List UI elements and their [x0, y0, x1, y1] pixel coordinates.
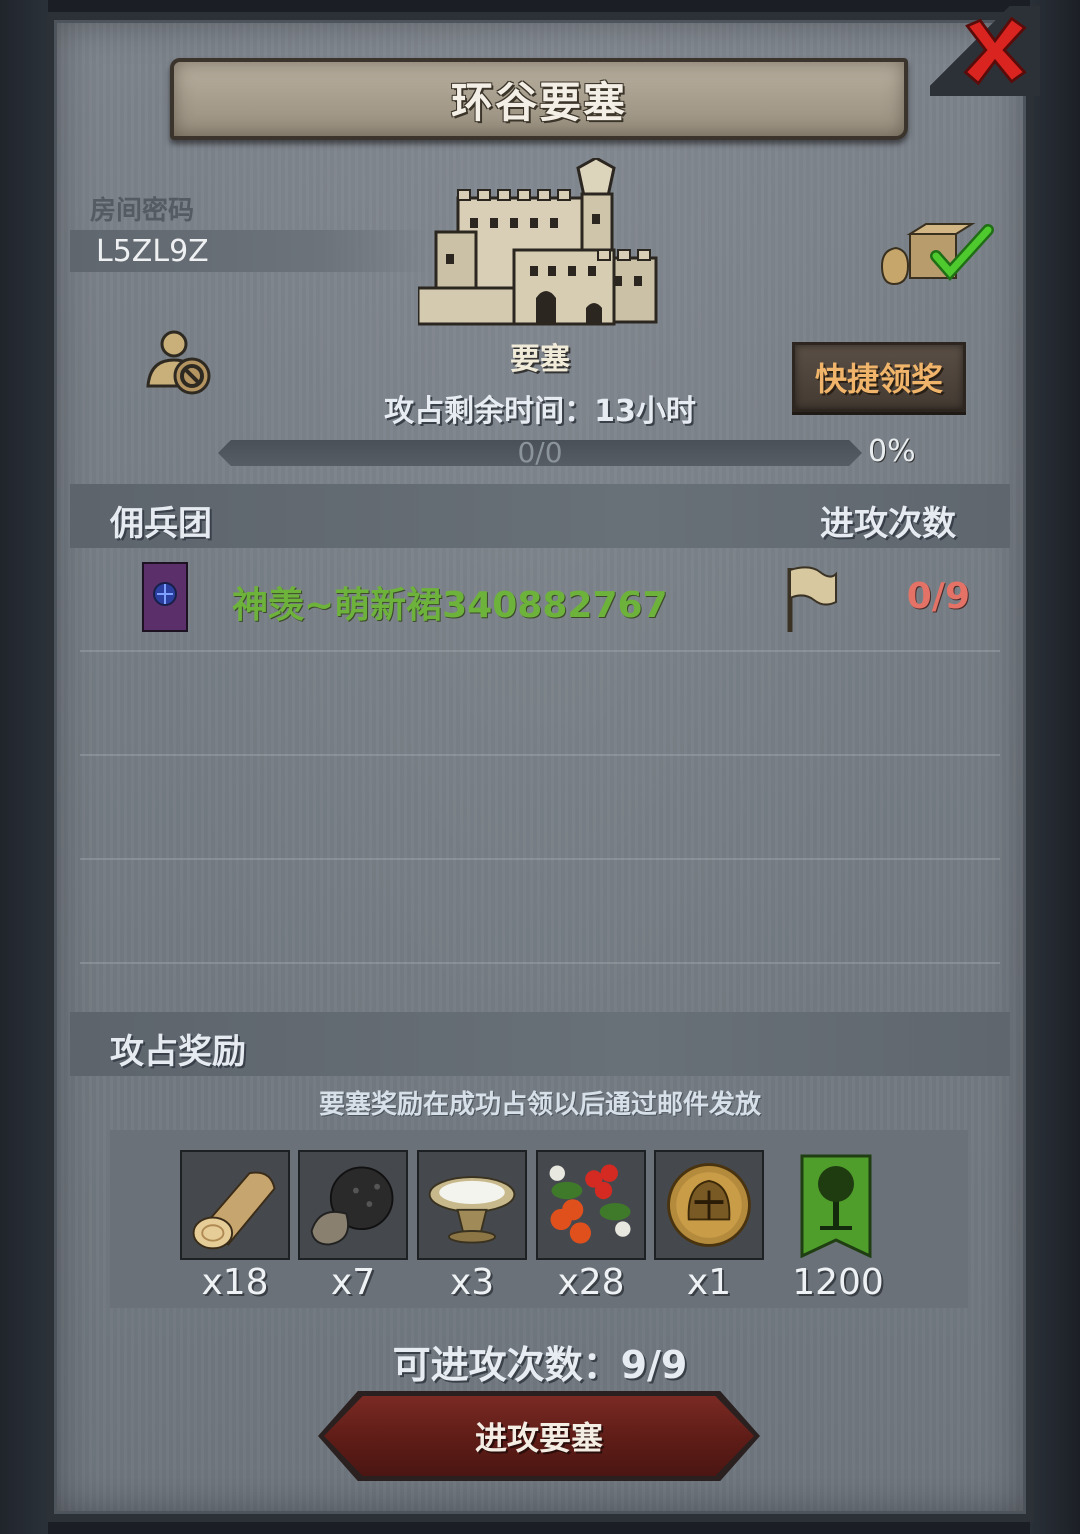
room-password-value: L5ZL9Z	[96, 234, 209, 269]
reward-item-banner[interactable]	[800, 1154, 872, 1259]
quick-claim-button[interactable]: 快捷领奖	[792, 342, 966, 412]
close-button[interactable]	[955, 10, 1035, 90]
reward-qty-milk: x3	[449, 1262, 495, 1303]
mercenary-name[interactable]: 神羡~萌新裙340882767	[232, 576, 668, 628]
reward-section-title: 攻占奖励	[110, 1032, 246, 1072]
quick-claim-label: 快捷领奖	[814, 360, 943, 398]
row-divider	[80, 754, 1000, 756]
title-banner: 环谷要塞	[170, 58, 908, 140]
reward-item-berries[interactable]	[536, 1150, 646, 1260]
claimed-rewards-icon	[880, 223, 994, 286]
fortress-label: 要塞	[510, 342, 570, 377]
reward-qty-wood: x18	[201, 1262, 269, 1303]
attack-count-header: 进攻次数	[820, 504, 956, 544]
reward-qty-berries: x28	[557, 1262, 625, 1303]
background-right-strip	[1030, 0, 1080, 1534]
attack-fortress-button[interactable]: 进攻要塞	[324, 1396, 754, 1476]
reward-item-helmet[interactable]	[654, 1150, 764, 1260]
reward-qty-truffle: x7	[330, 1262, 376, 1303]
reward-qty-helmet: x1	[686, 1262, 732, 1303]
wood-log-icon	[182, 1152, 288, 1258]
green-tree-banner-icon	[800, 1154, 872, 1259]
close-icon	[963, 16, 1027, 86]
reward-item-truffle[interactable]	[298, 1150, 408, 1260]
attack-fortress-label: 进攻要塞	[474, 1419, 603, 1457]
row-divider	[80, 962, 1000, 964]
castle-icon	[418, 158, 658, 326]
mercenary-attack-count: 0/9	[906, 576, 970, 617]
reward-qty-banner: 1200	[792, 1262, 884, 1303]
reward-item-wood[interactable]	[180, 1150, 290, 1260]
no-user-icon	[146, 330, 211, 395]
guild-banner-icon	[142, 562, 188, 632]
row-divider	[80, 858, 1000, 860]
truffle-icon	[300, 1152, 406, 1258]
attacks-remaining: 可进攻次数：9/9	[392, 1343, 688, 1387]
capture-progress-text: 0/0	[517, 436, 563, 469]
knight-helmet-coin-icon	[656, 1152, 762, 1258]
capture-progress-percent: 0%	[868, 434, 916, 469]
flag-icon	[787, 566, 837, 632]
milk-bowl-icon	[419, 1152, 525, 1258]
page-title: 环谷要塞	[450, 77, 627, 127]
remaining-time: 攻占剩余时间：13小时	[384, 394, 696, 429]
room-password-label: 房间密码	[90, 196, 195, 226]
reward-note: 要塞奖励在成功占领以后通过邮件发放	[318, 1090, 761, 1120]
reward-item-milk[interactable]	[417, 1150, 527, 1260]
background-left-strip	[0, 0, 48, 1534]
mercenary-section-title: 佣兵团	[110, 504, 212, 544]
row-divider	[80, 650, 1000, 652]
berries-icon	[538, 1152, 644, 1258]
